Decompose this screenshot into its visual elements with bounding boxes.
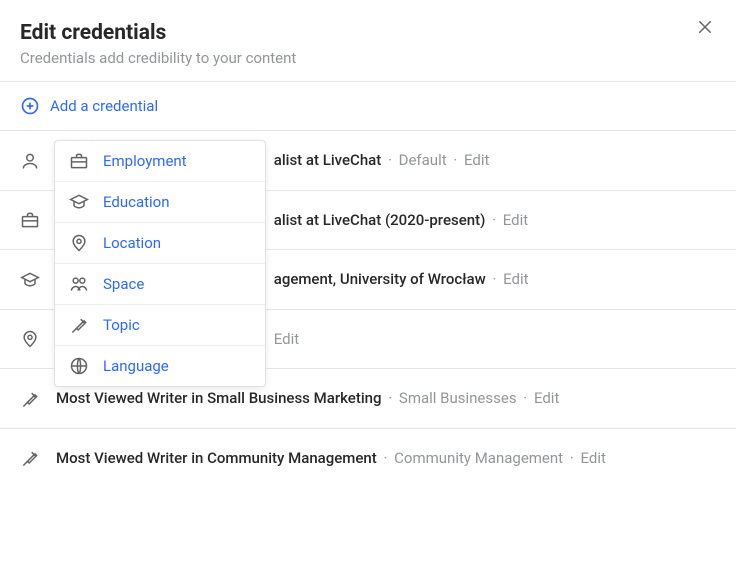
location-pin-icon: [20, 329, 40, 349]
add-credential-label: Add a credential: [50, 97, 158, 115]
dropdown-label: Topic: [103, 316, 140, 334]
credential-title: Most Viewed Writer in Small Business Mar…: [56, 389, 382, 407]
dropdown-item-topic[interactable]: Topic: [55, 305, 265, 346]
edit-link[interactable]: Edit: [503, 211, 528, 229]
dropdown-item-space[interactable]: Space: [55, 264, 265, 305]
edit-link[interactable]: Edit: [580, 449, 605, 467]
edit-link[interactable]: Edit: [503, 270, 528, 288]
globe-icon: [69, 356, 89, 376]
dropdown-label: Employment: [103, 152, 187, 170]
credential-title: agement, University of Wrocław: [274, 270, 486, 288]
graduation-cap-icon: [20, 270, 40, 290]
topic-flag-icon: [69, 315, 89, 335]
credential-title: Most Viewed Writer in Community Manageme…: [56, 449, 377, 467]
dropdown-label: Language: [103, 357, 169, 375]
graduation-cap-icon: [69, 192, 89, 212]
location-pin-icon: [69, 233, 89, 253]
add-credential-button[interactable]: Add a credential: [0, 82, 736, 130]
plus-circle-icon: [20, 96, 40, 116]
dialog-title: Edit credentials: [20, 20, 716, 47]
credential-title: alist at LiveChat (2020-present): [274, 211, 486, 229]
dropdown-label: Education: [103, 193, 170, 211]
edit-link[interactable]: Edit: [274, 330, 299, 348]
edit-link[interactable]: Edit: [464, 151, 489, 169]
edit-link[interactable]: Edit: [534, 389, 559, 407]
topic-flag-icon: [20, 448, 40, 468]
close-button[interactable]: [696, 18, 714, 40]
dropdown-item-education[interactable]: Education: [55, 182, 265, 223]
dialog-header: Edit credentials Credentials add credibi…: [0, 0, 736, 81]
dropdown-item-language[interactable]: Language: [55, 346, 265, 386]
dropdown-label: Space: [103, 275, 144, 293]
credential-meta: Small Businesses: [399, 389, 517, 407]
briefcase-icon: [20, 210, 40, 230]
topic-flag-icon: [20, 389, 40, 409]
close-icon: [696, 18, 714, 36]
credential-title: alist at LiveChat: [274, 151, 382, 169]
dialog-subtitle: Credentials add credibility to your cont…: [20, 49, 716, 67]
credential-row[interactable]: Most Viewed Writer in Community Manageme…: [0, 428, 736, 488]
dropdown-item-location[interactable]: Location: [55, 223, 265, 264]
credential-meta: Default: [399, 151, 447, 169]
credential-text: Most Viewed Writer in Small Business Mar…: [56, 387, 559, 410]
credential-meta: Community Management: [394, 449, 563, 467]
briefcase-icon: [69, 151, 89, 171]
people-group-icon: [69, 274, 89, 294]
person-icon: [20, 151, 40, 171]
credential-type-dropdown: Employment Education Location: [54, 140, 266, 387]
credentials-list: alist at LiveChat · Default · Edit alist…: [0, 130, 736, 487]
credential-text: Most Viewed Writer in Community Manageme…: [56, 447, 606, 470]
dropdown-label: Location: [103, 234, 161, 252]
